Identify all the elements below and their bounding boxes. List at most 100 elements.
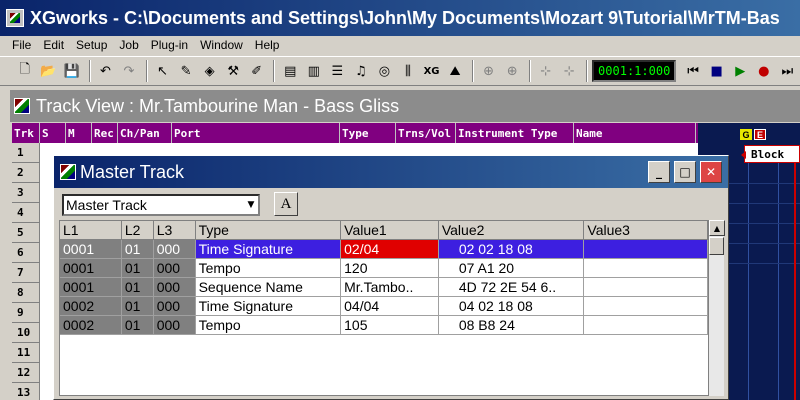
track-number[interactable]: 12 [12, 363, 40, 383]
scroll-up-icon[interactable]: ▲ [709, 220, 725, 236]
cell-type[interactable]: Time Signature [195, 240, 342, 259]
track-number[interactable]: 9 [12, 303, 40, 323]
marker-e[interactable]: E [754, 129, 766, 140]
fast-forward-icon[interactable]: ⏭ [777, 60, 799, 82]
cell-l2[interactable]: 01 [121, 297, 154, 316]
maximize-button[interactable]: □ [674, 161, 696, 183]
brush-icon[interactable]: ✐ [246, 60, 268, 82]
drum-icon[interactable]: ◎ [374, 60, 396, 82]
col-name[interactable]: Name [574, 123, 696, 143]
cell-type[interactable]: Sequence Name [195, 278, 342, 297]
track-number[interactable]: 2 [12, 163, 40, 183]
col-trns-vol[interactable]: Trns/Vol [396, 123, 456, 143]
cell-type[interactable]: Time Signature [195, 297, 342, 316]
col-value2[interactable]: Value2 [438, 221, 585, 240]
col-l1[interactable]: L1 [60, 221, 122, 240]
col-type[interactable]: Type [340, 123, 396, 143]
col-instrument-type[interactable]: Instrument Type [456, 123, 574, 143]
col-solo[interactable]: S [40, 123, 66, 143]
track-view-title-bar[interactable]: Track View : Mr.Tambourine Man - Bass Gl… [10, 90, 800, 122]
event-row[interactable]: 0002 01 000 Tempo 105 08 B8 24 [60, 316, 708, 335]
col-trk[interactable]: Trk [12, 123, 40, 143]
xgworks-app-icon[interactable] [6, 9, 24, 27]
col-type[interactable]: Type [195, 221, 342, 240]
cell-l3[interactable]: 000 [153, 278, 196, 297]
track-number[interactable]: 11 [12, 343, 40, 363]
event-list-icon[interactable]: ☰ [327, 60, 349, 82]
cell-value3[interactable] [584, 278, 708, 297]
menu-help[interactable]: Help [249, 38, 286, 52]
cell-l1[interactable]: 0001 [60, 278, 122, 297]
track-view-icon[interactable]: ▤ [279, 60, 301, 82]
cell-l1[interactable]: 0001 [60, 259, 122, 278]
cell-l3[interactable]: 000 [153, 240, 196, 259]
chevron-down-icon[interactable]: ▼ [244, 196, 258, 214]
sync-out-icon[interactable]: ⊕ [501, 60, 523, 82]
cell-value2[interactable]: 02 02 18 08 [438, 240, 585, 259]
block-label[interactable]: Block [741, 145, 800, 163]
cell-l2[interactable]: 01 [121, 278, 154, 297]
rewind-icon[interactable]: ⏮ [682, 60, 704, 82]
main-title-bar[interactable]: XGworks - C:\Documents and Settings\John… [0, 0, 800, 36]
cell-value3[interactable] [584, 316, 708, 335]
track-number[interactable]: 7 [12, 263, 40, 283]
cell-l1[interactable]: 0002 [60, 316, 122, 335]
track-number[interactable]: 6 [12, 243, 40, 263]
col-port[interactable]: Port [172, 123, 340, 143]
menu-file[interactable]: File [0, 38, 37, 52]
menu-window[interactable]: Window [194, 38, 249, 52]
col-l2[interactable]: L2 [121, 221, 154, 240]
cell-l2[interactable]: 01 [121, 240, 154, 259]
xg-editor-icon[interactable]: XG [421, 60, 443, 82]
master-track-icon[interactable] [60, 164, 76, 180]
cell-type[interactable]: Tempo [195, 316, 342, 335]
cell-value1[interactable]: 105 [341, 316, 439, 335]
cell-value2[interactable]: 4D 72 2E 54 6.. [438, 278, 585, 297]
undo-icon[interactable]: ↶ [95, 60, 117, 82]
timeline-ruler[interactable]: G E [698, 123, 800, 143]
cell-value3[interactable] [584, 259, 708, 278]
cell-value2[interactable]: 08 B8 24 [438, 316, 585, 335]
tweezers-icon[interactable]: ⚒ [222, 60, 244, 82]
cell-value2[interactable]: 07 A1 20 [438, 259, 585, 278]
open-folder-icon[interactable]: 📂 [38, 60, 60, 82]
stop-icon[interactable]: ■ [706, 60, 728, 82]
cell-l3[interactable]: 000 [153, 259, 196, 278]
col-mute[interactable]: M [66, 123, 92, 143]
voice-icon[interactable]: ⛰ [444, 60, 466, 82]
track-number[interactable]: 13 [12, 383, 40, 400]
track-number[interactable]: 10 [12, 323, 40, 343]
cell-l2[interactable]: 01 [121, 316, 154, 335]
cell-l3[interactable]: 000 [153, 316, 196, 335]
track-number[interactable]: 3 [12, 183, 40, 203]
event-row[interactable]: 0002 01 000 Time Signature 04/04 04 02 1… [60, 297, 708, 316]
track-number[interactable]: 8 [12, 283, 40, 303]
score-icon[interactable]: ♫ [350, 60, 372, 82]
cell-value3[interactable] [584, 240, 708, 259]
col-value3[interactable]: Value3 [584, 221, 708, 240]
menu-edit[interactable]: Edit [37, 38, 70, 52]
record-icon[interactable]: ● [753, 60, 775, 82]
track-number[interactable]: 1 [12, 143, 40, 163]
event-list-scrollbar[interactable]: ▲ [708, 220, 725, 396]
marker-g[interactable]: G [740, 129, 752, 140]
col-value1[interactable]: Value1 [341, 221, 439, 240]
event-row[interactable]: 0001 01 000 Tempo 120 07 A1 20 [60, 259, 708, 278]
cell-l2[interactable]: 01 [121, 259, 154, 278]
col-l3[interactable]: L3 [153, 221, 196, 240]
sync-in-icon[interactable]: ⊕ [478, 60, 500, 82]
event-row[interactable]: 0001 01 000 Sequence Name Mr.Tambo.. 4D … [60, 278, 708, 297]
cell-value1[interactable]: 120 [341, 259, 439, 278]
save-icon[interactable]: 💾 [61, 60, 83, 82]
pencil-icon[interactable]: ✎ [175, 60, 197, 82]
col-ch-pan[interactable]: Ch/Pan [118, 123, 172, 143]
track-number[interactable]: 5 [12, 223, 40, 243]
new-file-icon[interactable]: 🗋 [14, 60, 36, 82]
close-button[interactable]: ✕ [700, 161, 722, 183]
menu-plugin[interactable]: Plug-in [145, 38, 194, 52]
cell-l3[interactable]: 000 [153, 297, 196, 316]
cell-value1[interactable]: Mr.Tambo.. [341, 278, 439, 297]
click-icon[interactable]: ⊹ [558, 60, 580, 82]
a-button[interactable]: A [274, 192, 298, 216]
master-track-selector[interactable]: Master Track ▼ [62, 194, 260, 216]
